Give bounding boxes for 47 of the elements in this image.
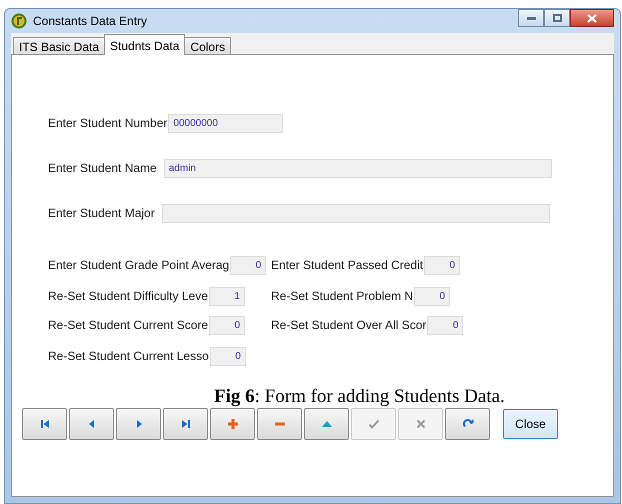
navigator-button[interactable] [304,408,349,440]
plus-icon [226,418,238,430]
minimize-button[interactable] [518,9,544,27]
navigator-button[interactable] [22,408,67,440]
navigator-button[interactable] [445,408,490,440]
input-field[interactable] [162,204,550,222]
close-button[interactable] [570,9,614,27]
cross-icon [414,418,426,430]
field-label: Re-Set Student Current Lesso [48,349,209,363]
field-label: Re-Set Student Difficulty Leve [48,289,208,303]
navigator-button[interactable] [210,408,255,440]
close-button[interactable]: Close [503,409,558,439]
close-icon [587,14,597,22]
input-field[interactable]: 0 [209,316,246,334]
input-field[interactable]: 0 [210,346,246,366]
last-record-icon [180,418,192,430]
field-label: Enter Student Number [48,116,168,130]
maximize-icon [552,14,562,22]
input-field[interactable]: 0 [230,256,266,274]
field-label: Enter Student Passed Credit [271,258,424,272]
refresh-icon [462,418,474,430]
navigator-button[interactable] [163,408,208,440]
window-title: Constants Data Entry [33,14,148,28]
input-field[interactable]: admin [164,158,552,178]
tab[interactable]: Studnts Data [104,34,186,55]
input-field[interactable]: 1 [208,286,245,306]
first-record-icon [38,418,50,430]
checkmark-icon [368,418,380,430]
input-field[interactable]: 0 [427,316,464,334]
navigator-button[interactable] [116,408,161,440]
field-label: Enter Student Major [48,206,155,220]
input-field[interactable]: 0 [424,256,460,274]
navigator-button[interactable] [257,408,302,440]
minimize-icon [526,16,536,20]
tab[interactable]: Colors [184,37,232,55]
tab[interactable]: ITS Basic Data [13,37,106,55]
maximize-button[interactable] [544,9,570,27]
field-label: Re-Set Student Problem N [271,289,414,303]
navigator-button[interactable] [69,408,114,440]
field-label: Enter Student Grade Point Averag [48,258,230,272]
field-label: Re-Set Student Over All Scor [271,318,426,332]
figure-caption: Fig 6: Form for adding Students Data. [214,387,506,407]
input-field[interactable]: 00000000 [168,114,284,132]
field-label: Enter Student Name [48,161,157,175]
app-icon [11,13,27,29]
input-field[interactable]: 0 [414,286,450,306]
field-label: Re-Set Student Current Score [48,318,208,332]
